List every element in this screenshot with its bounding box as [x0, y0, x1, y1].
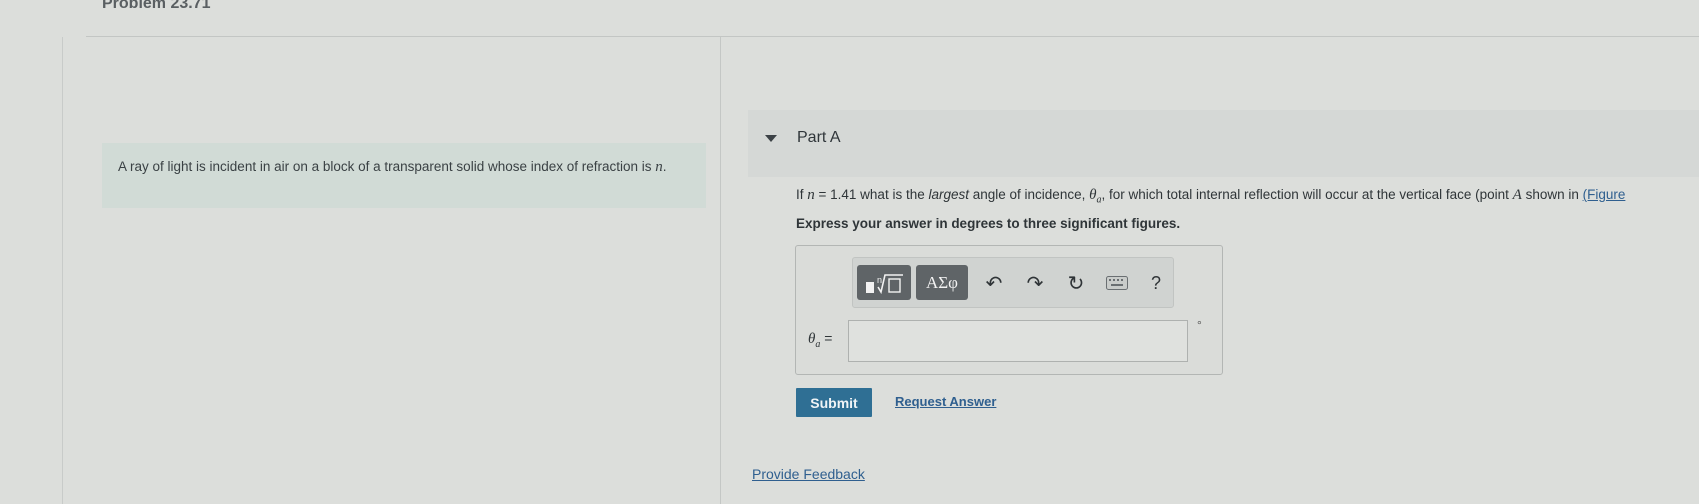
intro-period: .	[662, 159, 667, 174]
submit-button[interactable]: Submit	[796, 388, 872, 417]
question-segment: , for which total internal reflection wi…	[1101, 187, 1513, 202]
answer-variable-label: θa =	[808, 330, 832, 350]
question-text: If n = 1.41 what is the largest angle of…	[796, 187, 1625, 206]
figure-link[interactable]: (Figure	[1583, 187, 1626, 202]
keyboard-icon[interactable]	[1105, 271, 1129, 295]
part-a-header[interactable]: Part A	[748, 110, 1699, 177]
templates-icon: n	[866, 273, 903, 294]
degree-unit: °	[1197, 318, 1202, 332]
question-segment: shown in	[1521, 187, 1583, 202]
answer-box: n ΑΣφ ↶ ↷ ↻ ? θa = °	[795, 245, 1223, 375]
question-variable-n: n	[807, 187, 815, 203]
provide-feedback-link[interactable]: Provide Feedback	[752, 466, 865, 482]
answer-input[interactable]	[848, 320, 1188, 362]
question-emphasis: largest	[928, 187, 969, 202]
question-segment: = 1.41 what is the	[814, 187, 929, 202]
answer-instructions: Express your answer in degrees to three …	[796, 216, 1181, 231]
chevron-down-icon[interactable]	[765, 135, 777, 142]
problem-title: Problem 23.71	[102, 0, 211, 12]
undo-icon[interactable]: ↶	[982, 271, 1006, 295]
svg-text:n: n	[877, 275, 882, 285]
problem-intro: A ray of light is incident in air on a b…	[102, 143, 706, 208]
reset-icon[interactable]: ↻	[1064, 271, 1088, 295]
keyboard-glyph	[1106, 276, 1128, 290]
greek-symbols-button[interactable]: ΑΣφ	[916, 265, 968, 300]
intro-text: A ray of light is incident in air on a b…	[118, 159, 656, 174]
request-answer-link[interactable]: Request Answer	[895, 394, 996, 409]
redo-icon[interactable]: ↷	[1023, 271, 1047, 295]
part-a-label: Part A	[797, 129, 841, 146]
left-border	[62, 37, 63, 504]
question-segment: angle of incidence,	[969, 187, 1090, 202]
question-segment: If	[796, 187, 808, 202]
intro-variable-n: n	[655, 159, 663, 175]
answer-equals: =	[820, 330, 833, 346]
math-toolbar: n ΑΣφ ↶ ↷ ↻ ?	[852, 257, 1174, 308]
header-divider	[86, 36, 1699, 37]
column-divider	[720, 37, 721, 504]
templates-button[interactable]: n	[857, 265, 911, 300]
question-variable-a: A	[1512, 187, 1522, 203]
help-icon[interactable]: ?	[1144, 271, 1168, 295]
